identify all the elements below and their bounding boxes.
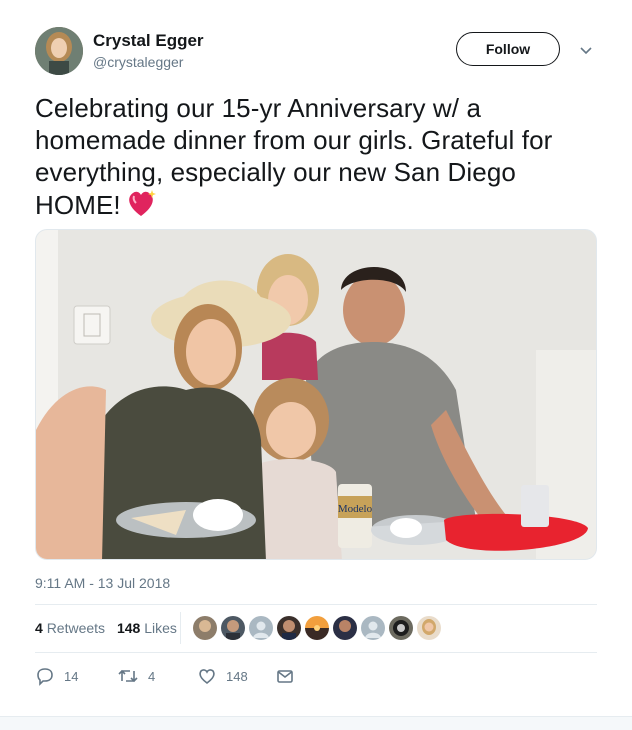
liker-avatar[interactable] <box>417 616 441 640</box>
like-action[interactable]: 148 <box>197 664 248 688</box>
divider <box>35 652 597 653</box>
likes-stat[interactable]: 148 Likes <box>117 620 177 636</box>
author-handle[interactable]: @crystalegger <box>93 54 183 70</box>
tweet: Crystal Egger @crystalegger Follow Celeb… <box>0 0 632 716</box>
direct-message-action[interactable] <box>275 664 295 688</box>
reply-action[interactable]: 14 <box>35 664 78 688</box>
avatar[interactable] <box>35 27 83 75</box>
liker-avatar[interactable] <box>193 616 217 640</box>
sparkling-heart-icon <box>125 188 157 225</box>
retweet-icon <box>118 669 138 683</box>
tweet-timestamp[interactable]: 9:11 AM - 13 Jul 2018 <box>35 575 170 591</box>
liker-avatar[interactable] <box>305 616 329 640</box>
can-label: Modelo <box>338 503 373 515</box>
liker-avatar[interactable] <box>361 616 385 640</box>
author-name[interactable]: Crystal Egger <box>93 31 204 51</box>
like-count: 148 <box>226 668 248 684</box>
tweet-photo[interactable]: Modelo <box>35 229 597 560</box>
liker-avatar[interactable] <box>221 616 245 640</box>
heart-icon <box>199 669 215 684</box>
liker-avatar[interactable] <box>277 616 301 640</box>
follow-button[interactable]: Follow <box>456 32 560 66</box>
reply-count: 14 <box>64 668 79 684</box>
tweet-text-body: Celebrating our 15-yr Anniversary w/ a h… <box>35 93 553 220</box>
retweet-action[interactable]: 4 <box>117 664 155 688</box>
retweets-stat[interactable]: 4 Retweets <box>35 620 105 636</box>
likes-label: Likes <box>144 620 177 636</box>
likes-count: 148 <box>116 620 141 636</box>
liker-avatar[interactable] <box>249 616 273 640</box>
family-dinner-photo: Modelo <box>36 230 596 559</box>
retweets-label: Retweets <box>46 620 106 636</box>
envelope-icon <box>277 670 293 683</box>
retweet-count: 4 <box>148 668 156 684</box>
divider <box>35 604 597 605</box>
reply-icon <box>37 668 53 686</box>
chevron-down-icon[interactable] <box>577 41 595 59</box>
stats-divider <box>180 612 181 644</box>
liker-avatar[interactable] <box>389 616 413 640</box>
tweet-text: Celebrating our 15-yr Anniversary w/ a h… <box>35 92 605 225</box>
liker-avatar[interactable] <box>333 616 357 640</box>
engagement-stats: 4 Retweets 148 Likes <box>35 620 177 636</box>
likers-avatars <box>193 616 441 640</box>
page-footer-strip <box>0 716 632 730</box>
retweets-count: 4 <box>35 620 43 636</box>
